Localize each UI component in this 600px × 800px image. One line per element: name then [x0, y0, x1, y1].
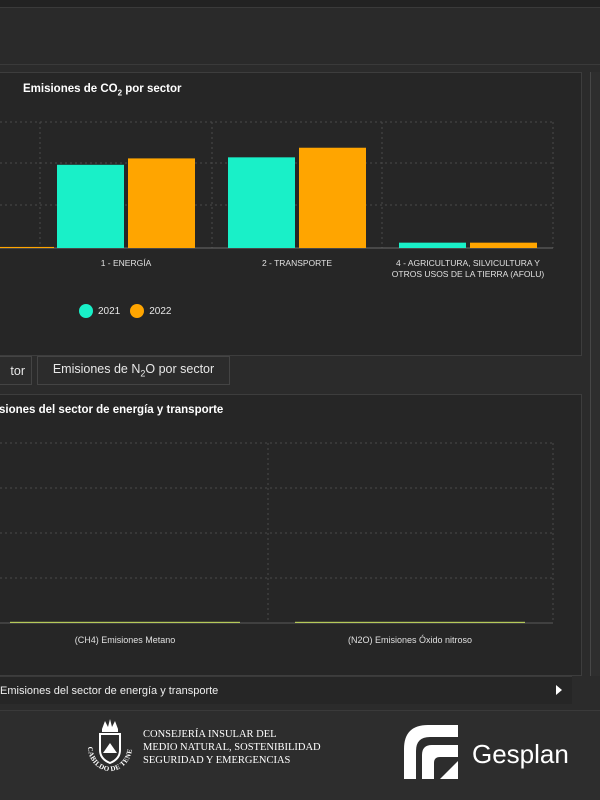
bar-2022-1	[128, 158, 195, 248]
next-page-arrow-icon[interactable]	[556, 685, 562, 695]
gesplan-wordmark: Gesplan	[472, 739, 569, 769]
legend-swatch-2021	[79, 304, 93, 318]
bar-0	[10, 621, 240, 623]
energy-transport-bar-chart: (CH4) Emisiones Metano (N2O) Emisiones Óx…	[0, 442, 554, 645]
bar-2021-1	[57, 164, 124, 248]
page-navigation-bar: Emisiones del sector de energía y transp…	[0, 676, 572, 704]
consejeria-line-3: SEGURIDAD Y EMERGENCIAS	[143, 755, 291, 766]
cabildo-tenerife-logo: CABILDO DE TENERIFE	[80, 717, 134, 773]
tab-emisiones-sector[interactable]: tor	[0, 356, 32, 385]
header-bar	[0, 8, 600, 65]
x-tick-label: (CH4) Emisiones Metano	[75, 635, 176, 645]
consejeria-line-1: CONSEJERÍA INSULAR DEL	[143, 729, 277, 740]
tab-emisiones-n2o[interactable]: Emisiones de N2O por sector	[37, 356, 230, 385]
legend-swatch-2022	[130, 304, 145, 318]
legend-item-2022[interactable]: 2022	[130, 304, 172, 318]
consejeria-text: CONSEJERÍA INSULAR DEL MEDIO NATURAL, SO…	[143, 728, 321, 767]
co2-chart-legend: 2021 2022	[79, 303, 182, 319]
tab-n2o-label: Emisiones de N2O por sector	[52, 362, 215, 379]
co2-bar-chart: TO DE1 - ENERGÍA2 - TRANSPORTE4 - AGRICU…	[0, 121, 554, 279]
right-scroll-strip[interactable]	[590, 72, 600, 678]
x-tick-label: (N2O) Emisiones Óxido nitroso	[348, 635, 472, 645]
footer-corner	[572, 676, 600, 704]
bar-1	[295, 621, 525, 623]
bar-2021-2	[228, 157, 295, 248]
bar-2022-2	[299, 147, 366, 248]
legend-label-2021: 2021	[98, 305, 121, 317]
x-tick-label: OTROS USOS DE LA TIERRA (AFOLU)	[392, 269, 545, 279]
logos-footer: CABILDO DE TENERIFE CONSEJERÍA INSULAR D…	[0, 710, 600, 800]
gesplan-logo-icon	[404, 725, 458, 779]
legend-label-2022: 2022	[149, 305, 172, 317]
x-tick-label: 1 - ENERGÍA	[101, 258, 152, 268]
consejeria-line-2: MEDIO NATURAL, SOSTENIBILIDAD	[143, 742, 321, 753]
legend-item-2021[interactable]: 2021	[79, 304, 120, 318]
x-tick-label: 4 - AGRICULTURA, SILVICULTURA Y	[396, 258, 540, 268]
bar-2021-3	[399, 242, 466, 248]
bar-2022-3	[470, 242, 537, 248]
current-page-label: Emisiones del sector de energía y transp…	[0, 684, 219, 697]
tab-emisiones-sector-label: tor	[10, 363, 25, 378]
x-tick-label: 2 - TRANSPORTE	[262, 258, 332, 268]
bar-2022-0	[0, 246, 54, 248]
top-bar	[0, 0, 600, 8]
co2-chart-title: Emisiones de CO2 por sector	[23, 83, 182, 98]
energy-transport-title: siones del sector de energía y transport…	[0, 404, 224, 416]
